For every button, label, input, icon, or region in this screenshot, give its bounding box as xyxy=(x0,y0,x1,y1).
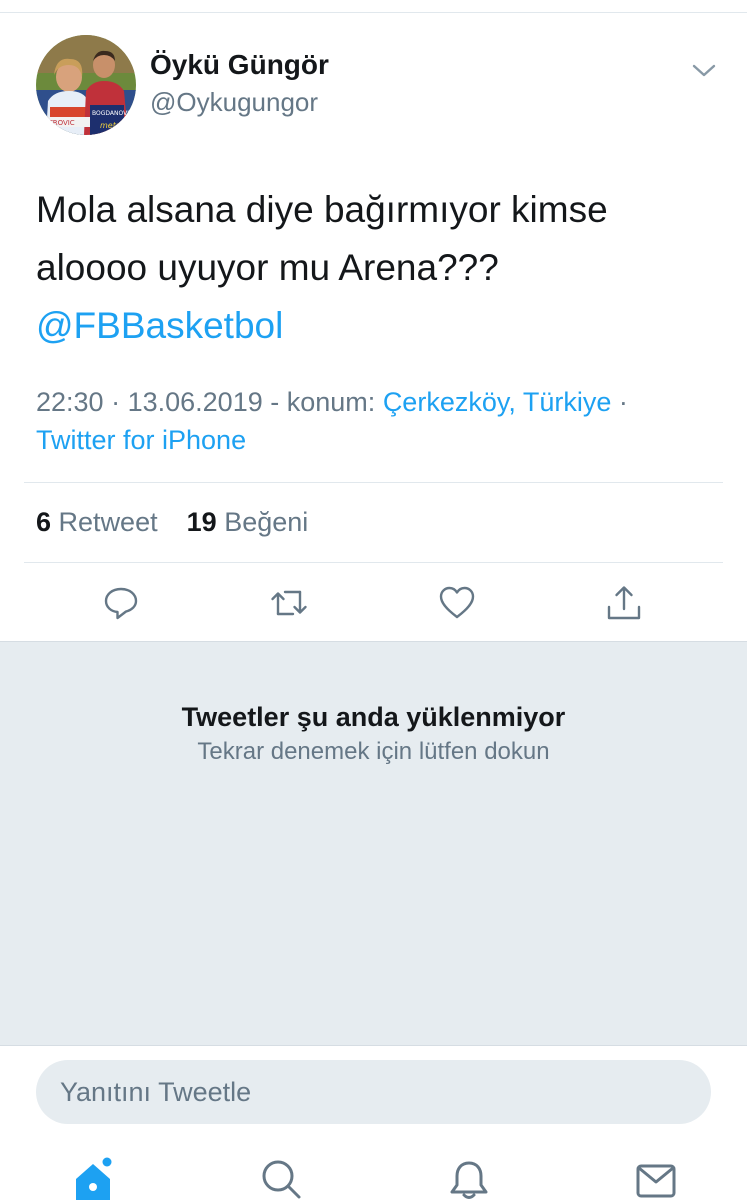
bell-icon[interactable] xyxy=(447,1157,491,1200)
reply-icon[interactable] xyxy=(101,583,141,623)
tweet-stats: 6 Retweet 19 Beğeni xyxy=(36,507,308,538)
reply-input[interactable] xyxy=(36,1060,711,1124)
location-link[interactable]: Çerkezköy, Türkiye xyxy=(383,387,612,417)
author-handle[interactable]: @Oykugungor xyxy=(150,87,318,118)
author-name[interactable]: Öykü Güngör xyxy=(150,49,329,81)
envelope-icon[interactable] xyxy=(634,1157,678,1200)
reply-bar xyxy=(0,1045,747,1141)
tab-bar xyxy=(0,1141,747,1200)
divider xyxy=(24,562,723,563)
avatar-text-1: ETROVIC xyxy=(44,119,75,127)
meta-separator: · xyxy=(111,387,128,417)
search-icon[interactable] xyxy=(259,1157,303,1200)
mention-link[interactable]: @FBBasketbol xyxy=(36,297,716,355)
tweet-text: Mola alsana diye bağırmıyor kimse aloooo… xyxy=(36,181,716,355)
share-icon[interactable] xyxy=(604,583,644,623)
timeline-error[interactable]: Tweetler şu anda yüklenmiyor Tekrar dene… xyxy=(0,641,747,1045)
meta-separator: · xyxy=(618,387,628,417)
like-count: 19 xyxy=(186,507,217,537)
retweet-label: Retweet xyxy=(58,507,158,537)
tweet-date: 13.06.2019 xyxy=(127,387,263,417)
tweet-actions xyxy=(0,583,747,643)
heart-icon[interactable] xyxy=(437,583,477,623)
like-stat[interactable]: 19 Beğeni xyxy=(187,507,309,537)
home-icon[interactable] xyxy=(72,1157,116,1200)
divider xyxy=(24,482,723,483)
error-title: Tweetler şu anda yüklenmiyor xyxy=(181,702,566,732)
retry-hint[interactable]: Tekrar denemek için lütfen dokun xyxy=(0,738,747,766)
location-prefix: konum: xyxy=(286,387,376,417)
avatar-text-2: BOGDANOVIC xyxy=(92,110,133,117)
avatar-photo: ETROVIC BOGDANOVIC metro xyxy=(36,35,136,135)
tweet-meta: 22:30 · 13.06.2019 - konum: Çerkezköy, T… xyxy=(36,383,726,459)
avatar[interactable]: ETROVIC BOGDANOVIC metro xyxy=(36,35,136,135)
avatar-text-3: metro xyxy=(100,121,124,130)
client-link[interactable]: Twitter for iPhone xyxy=(36,425,246,455)
meta-separator: - xyxy=(270,387,287,417)
retweet-icon[interactable] xyxy=(269,583,309,623)
tweet-time: 22:30 xyxy=(36,387,104,417)
tweet-detail: ETROVIC BOGDANOVIC metro Öykü Güngör @Oy… xyxy=(0,13,747,641)
like-label: Beğeni xyxy=(224,507,309,537)
retweet-stat[interactable]: 6 Retweet xyxy=(36,507,158,537)
tweet-text-line: aloooo uyuyor mu Arena??? xyxy=(36,247,499,288)
retweet-count: 6 xyxy=(36,507,52,537)
chevron-down-icon[interactable] xyxy=(690,61,718,81)
tweet-text-line: Mola alsana diye bağırmıyor kimse xyxy=(36,189,608,230)
